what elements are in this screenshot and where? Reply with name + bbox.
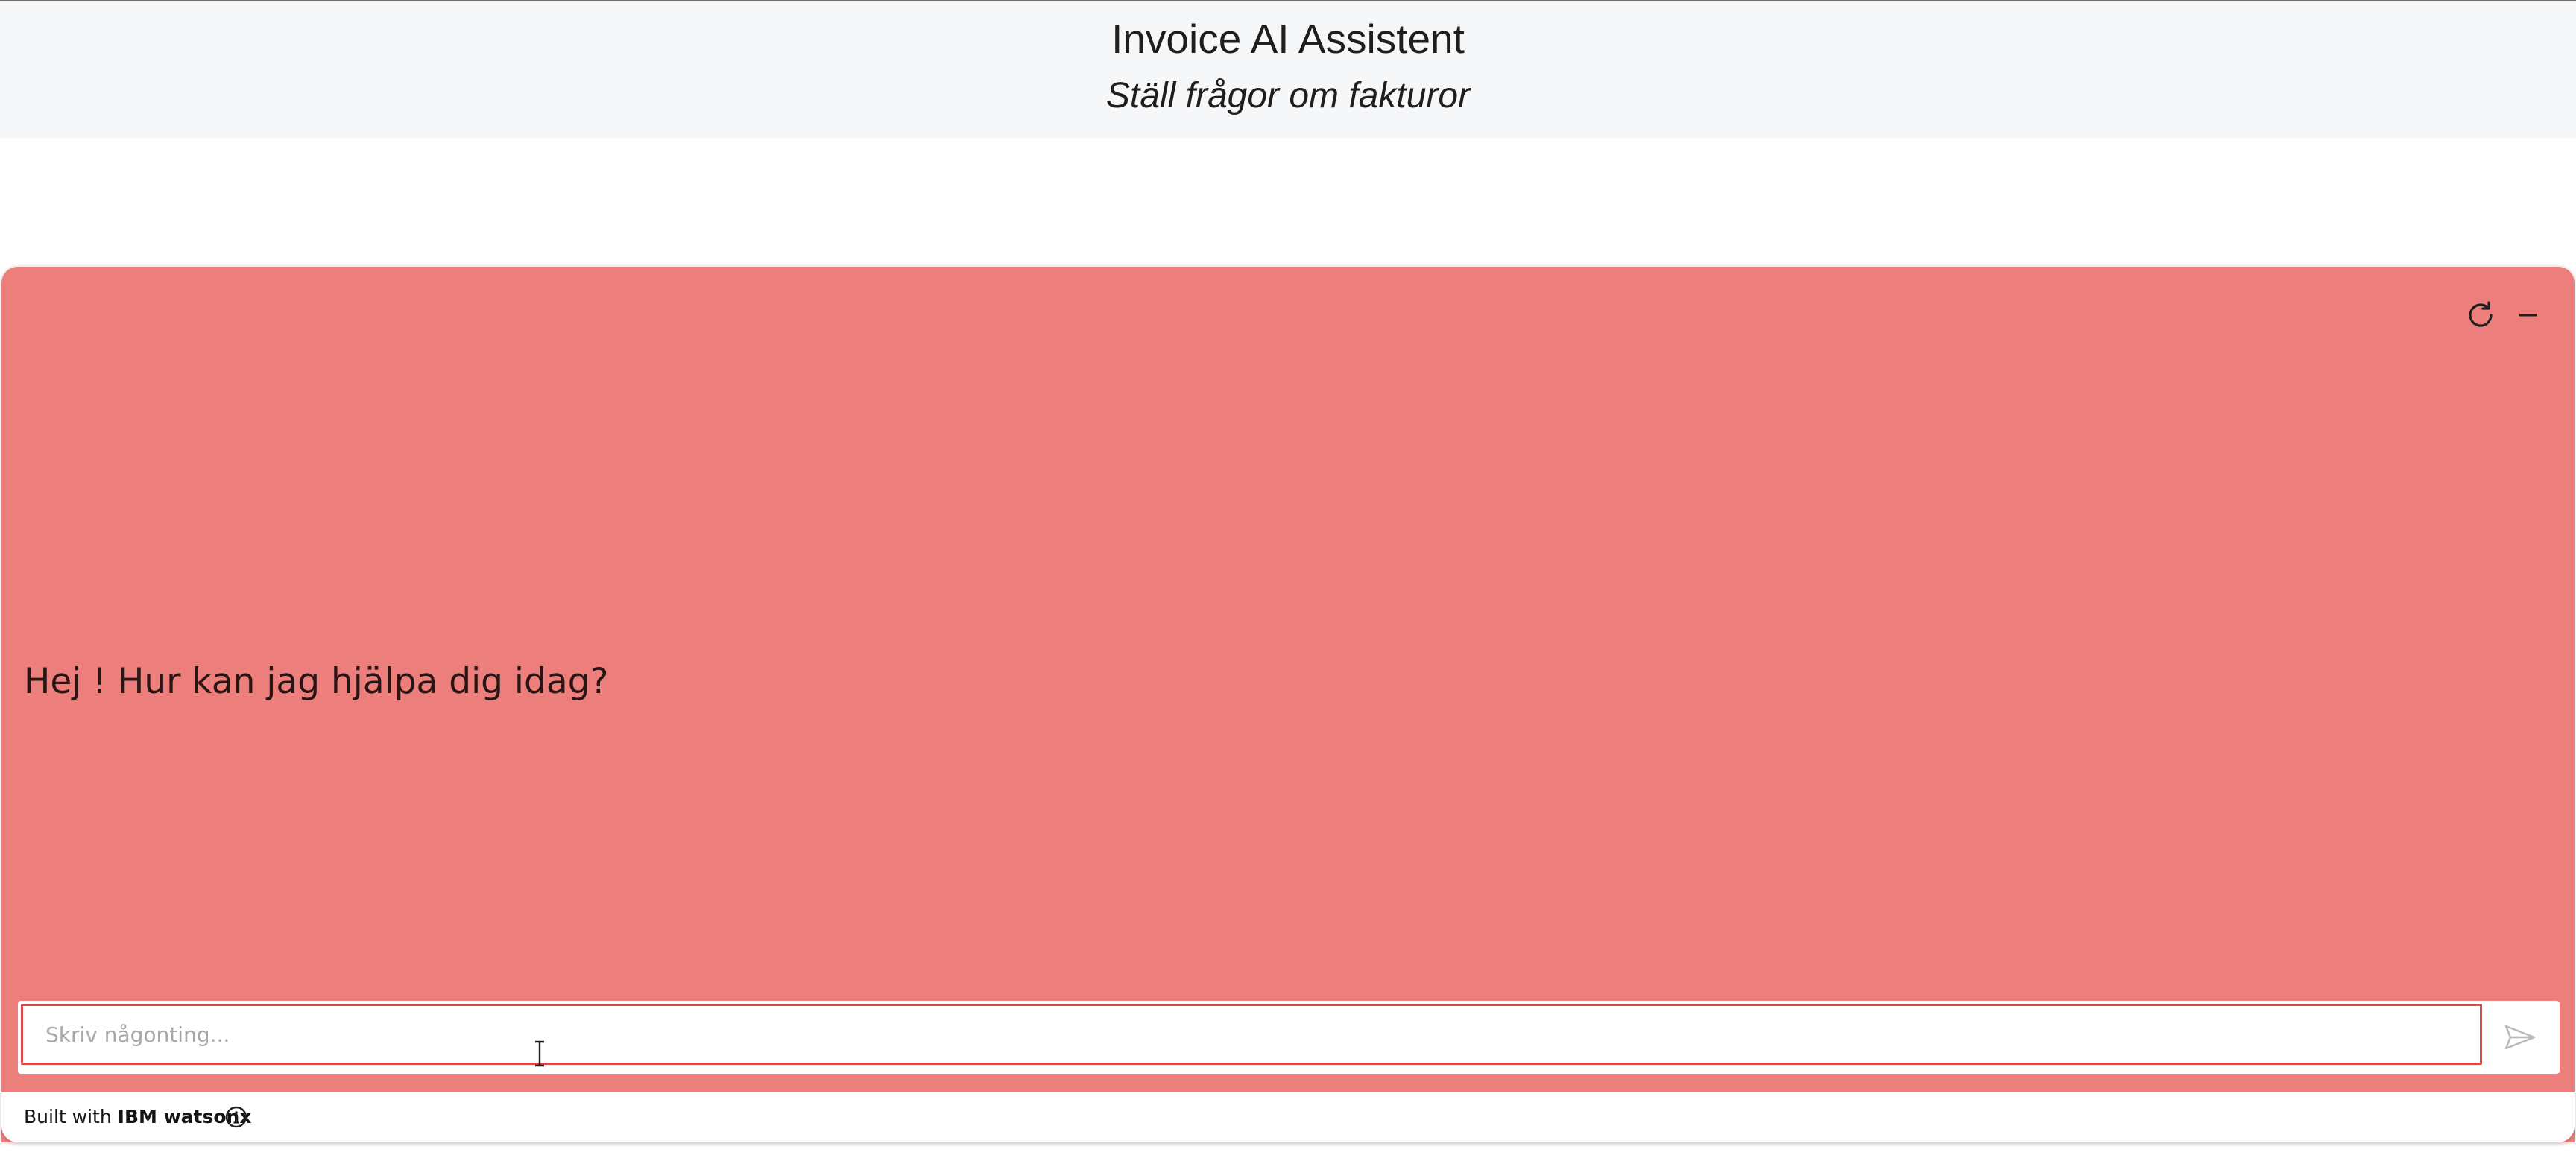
page-header: Invoice AI Assistent Ställ frågor om fak… xyxy=(0,1,2576,138)
page-title: Invoice AI Assistent xyxy=(1111,16,1465,62)
chat-panel: Hej ! Hur kan jag hjälpa dig idag? xyxy=(1,267,2575,1142)
restart-button[interactable] xyxy=(2457,291,2504,339)
send-button[interactable] xyxy=(2493,1011,2548,1063)
page-subtitle: Ställ frågor om fakturor xyxy=(1105,76,1471,116)
info-icon[interactable] xyxy=(224,1104,249,1130)
text-cursor-icon xyxy=(535,1040,544,1067)
built-with-label: Built with xyxy=(24,1106,112,1127)
welcome-message: Hej ! Hur kan jag hjälpa dig idag? xyxy=(24,661,609,702)
restart-icon xyxy=(2469,301,2493,327)
footer-text: Built with IBM watsonx xyxy=(24,1106,251,1128)
send-icon xyxy=(2504,1025,2536,1050)
message-input[interactable] xyxy=(21,1004,2482,1065)
minimize-button[interactable] xyxy=(2504,291,2552,339)
minimize-icon xyxy=(2519,314,2537,317)
footer: Built with IBM watsonx xyxy=(1,1092,2575,1142)
message-input-row xyxy=(18,1001,2560,1074)
